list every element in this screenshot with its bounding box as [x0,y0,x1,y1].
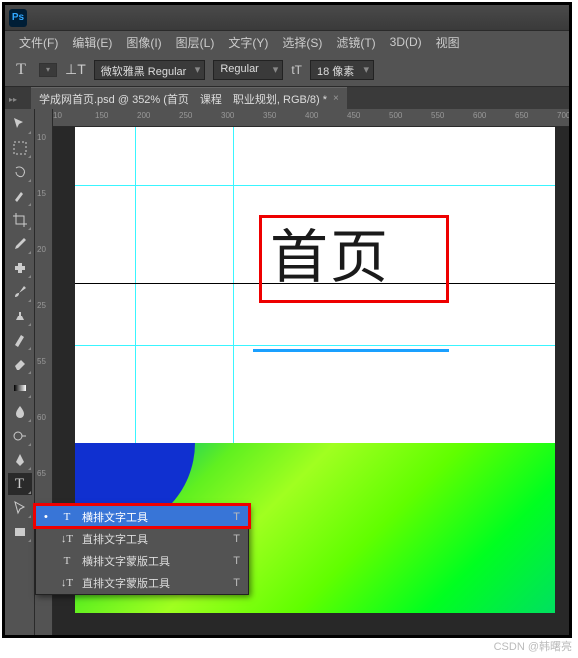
menu-layer[interactable]: 图层(L) [170,32,221,53]
type-tool-flyout: • T 横排文字工具 T ↓T 直排文字工具 T T 横排文字蒙版工具 T ↓T… [35,505,249,595]
menu-image[interactable]: 图像(I) [120,32,167,53]
dodge-tool[interactable] [8,425,32,447]
flyout-label: 横排文字工具 [82,509,148,525]
expand-panels-icon[interactable]: ▸▸ [9,95,23,109]
text-selection-highlight: 首页 [259,215,449,303]
type-tool[interactable]: T [8,473,32,495]
horizontal-ruler[interactable]: 10150200250300350400450500550600650700 [35,109,569,127]
eyedropper-tool[interactable] [8,233,32,255]
horizontal-type-icon: T [60,511,74,523]
rectangle-tool[interactable] [8,521,32,543]
active-bullet-icon: • [44,511,52,523]
menu-view[interactable]: 视图 [430,32,466,53]
crop-tool[interactable] [8,209,32,231]
gradient-tool[interactable] [8,377,32,399]
eraser-tool[interactable] [8,353,32,375]
canvas-text[interactable]: 首页 [262,218,446,298]
lasso-tool[interactable] [8,161,32,183]
shortcut-key: T [233,533,240,545]
shortcut-key: T [233,511,240,523]
document-tab[interactable]: 学成网首页.psd @ 352% (首页 课程 职业规划, RGB/8) * × [31,87,347,109]
horizontal-mask-icon: T [60,555,74,567]
title-bar: Ps [5,5,569,31]
horizontal-type-mask-item[interactable]: T 横排文字蒙版工具 T [36,550,248,572]
healing-tool[interactable] [8,257,32,279]
watermark: CSDN @韩曙亮 [494,638,572,654]
flyout-label: 横排文字蒙版工具 [82,553,170,569]
ps-logo-icon: Ps [9,9,27,27]
close-tab-icon[interactable]: × [333,93,339,104]
history-brush-tool[interactable] [8,329,32,351]
menu-filter[interactable]: 滤镜(T) [330,32,381,53]
font-size-icon: tT [291,63,302,77]
blur-tool[interactable] [8,401,32,423]
vertical-type-icon: ↓T [60,533,74,545]
pen-tool[interactable] [8,449,32,471]
flyout-label: 直排文字蒙版工具 [82,575,170,591]
marquee-tool[interactable] [8,137,32,159]
brush-tool[interactable] [8,281,32,303]
menu-3d[interactable]: 3D(D) [384,33,428,51]
vertical-type-tool-item[interactable]: ↓T 直排文字工具 T [36,528,248,550]
menu-select[interactable]: 选择(S) [276,32,328,53]
shortcut-key: T [233,555,240,567]
vertical-type-mask-item[interactable]: ↓T 直排文字蒙版工具 T [36,572,248,594]
horizontal-type-tool-item[interactable]: • T 横排文字工具 T [36,506,248,528]
shortcut-key: T [233,577,240,589]
menu-edit[interactable]: 编辑(E) [66,32,118,53]
menu-type[interactable]: 文字(Y) [222,32,274,53]
font-size-select[interactable]: 18 像素 [310,60,374,80]
font-family-select[interactable]: 微软雅黑 Regular [94,60,206,80]
options-bar: T ▾ ⊥T 微软雅黑 Regular Regular tT 18 像素 [5,53,569,87]
clone-stamp-tool[interactable] [8,305,32,327]
type-tool-indicator-icon: T [11,60,31,80]
document-tab-title: 学成网首页.psd @ 352% (首页 课程 职业规划, RGB/8) * [39,91,327,107]
menu-file[interactable]: 文件(F) [13,32,64,53]
toolbox: T [5,109,35,635]
quick-select-tool[interactable] [8,185,32,207]
tool-preset-dropdown[interactable]: ▾ [39,63,57,77]
menu-bar: 文件(F) 编辑(E) 图像(I) 图层(L) 文字(Y) 选择(S) 滤镜(T… [5,31,569,53]
document-tabs: ▸▸ 学成网首页.psd @ 352% (首页 课程 职业规划, RGB/8) … [5,87,569,109]
font-style-select[interactable]: Regular [213,60,283,80]
path-select-tool[interactable] [8,497,32,519]
text-orientation-toggle[interactable]: ⊥T [65,61,86,78]
move-tool[interactable] [8,113,32,135]
vertical-mask-icon: ↓T [60,577,74,589]
flyout-label: 直排文字工具 [82,531,148,547]
